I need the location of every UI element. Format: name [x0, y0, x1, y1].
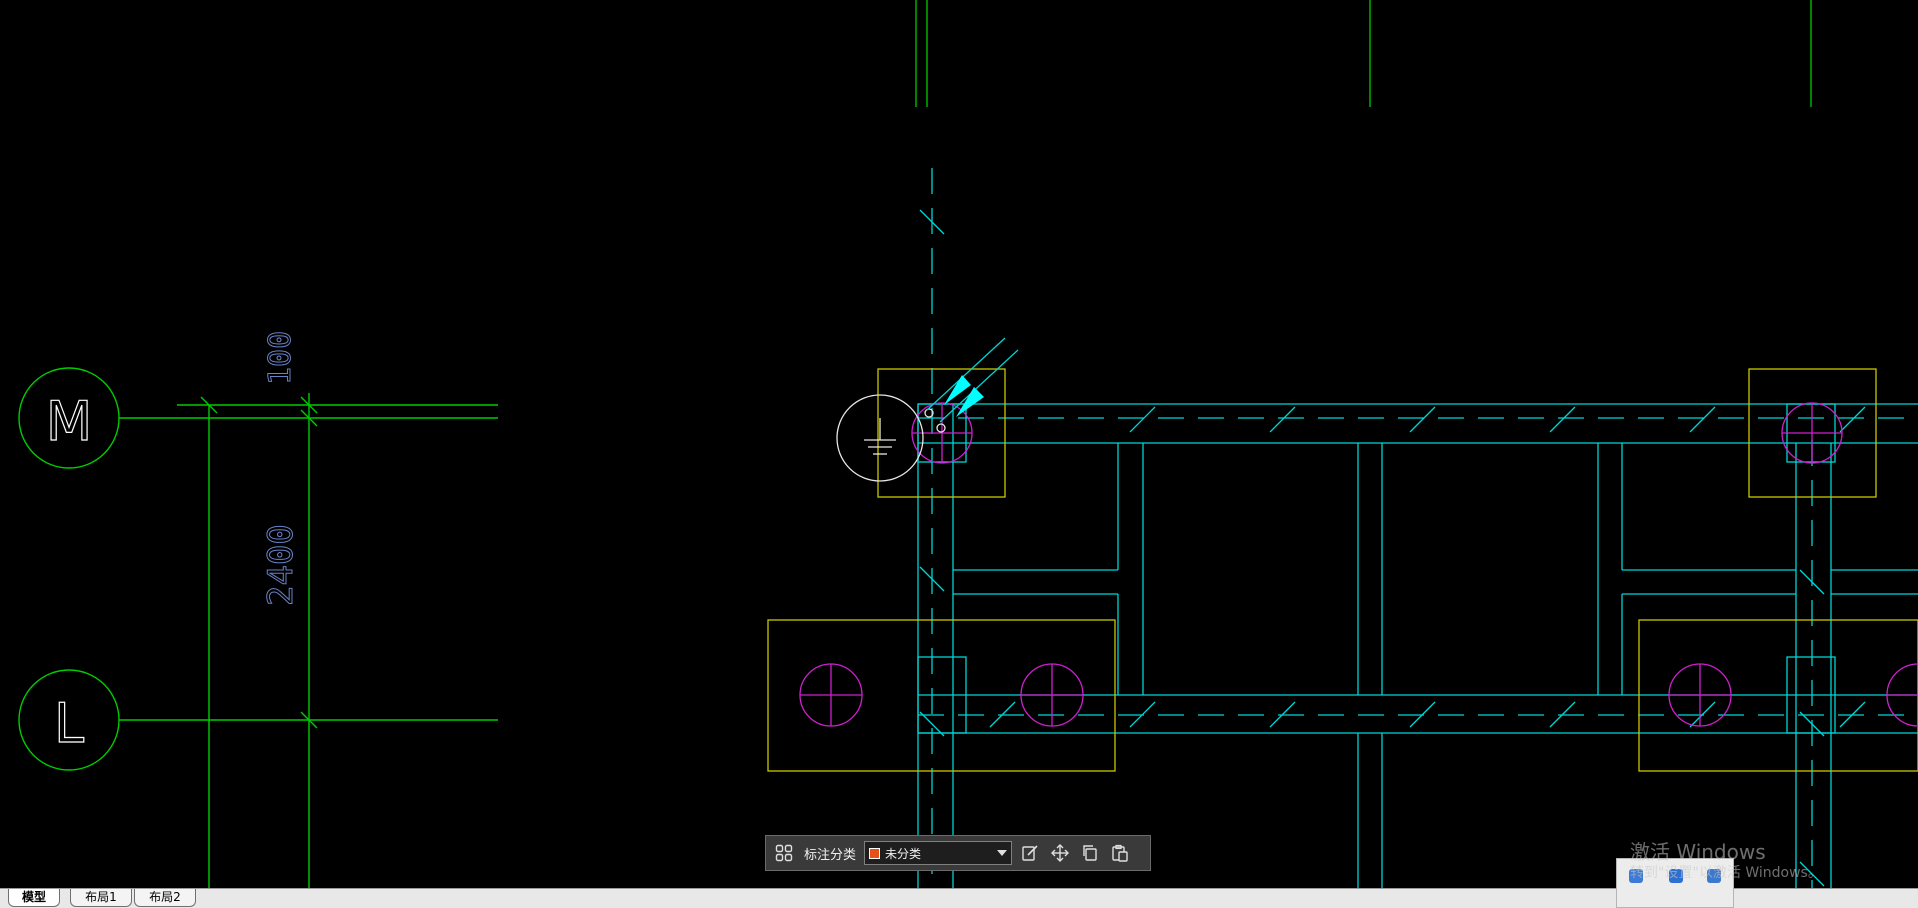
grid-icon[interactable] — [772, 841, 796, 865]
bluetooth-icon[interactable] — [1669, 869, 1683, 883]
tab-model[interactable]: 模型 — [8, 889, 60, 907]
network-icon[interactable] — [1629, 869, 1643, 883]
tray-popup[interactable] — [1616, 858, 1734, 908]
tab-layout2[interactable]: 布局2 — [134, 889, 196, 907]
category-color-swatch — [869, 847, 881, 859]
paste-icon[interactable] — [1108, 841, 1132, 865]
dimension-text-top: 100 — [263, 331, 298, 385]
drawing-canvas[interactable]: M L 100 2400 — [0, 0, 1918, 908]
shield-icon[interactable] — [1707, 869, 1721, 883]
move-icon[interactable] — [1048, 841, 1072, 865]
category-value: 未分类 — [885, 846, 922, 861]
copy-icon[interactable] — [1078, 841, 1102, 865]
axis-label-m: M — [46, 390, 93, 453]
axis-label-l: L — [54, 692, 84, 755]
category-dropdown[interactable]: 未分类 — [864, 841, 1013, 865]
annotation-toolbar: 标注分类 未分类 — [765, 835, 1151, 871]
edit-icon[interactable] — [1018, 841, 1042, 865]
cad-window: M L 100 2400 标注分类 未分类 模型 布局1 布局2 激活 Wind… — [0, 0, 1918, 908]
tab-layout1[interactable]: 布局1 — [70, 889, 132, 907]
annotation-category-label: 标注分类 — [804, 847, 857, 863]
foundation-plan — [767, 0, 1918, 888]
chevron-down-icon — [997, 850, 1008, 856]
dimension-text-main: 2400 — [261, 524, 301, 606]
